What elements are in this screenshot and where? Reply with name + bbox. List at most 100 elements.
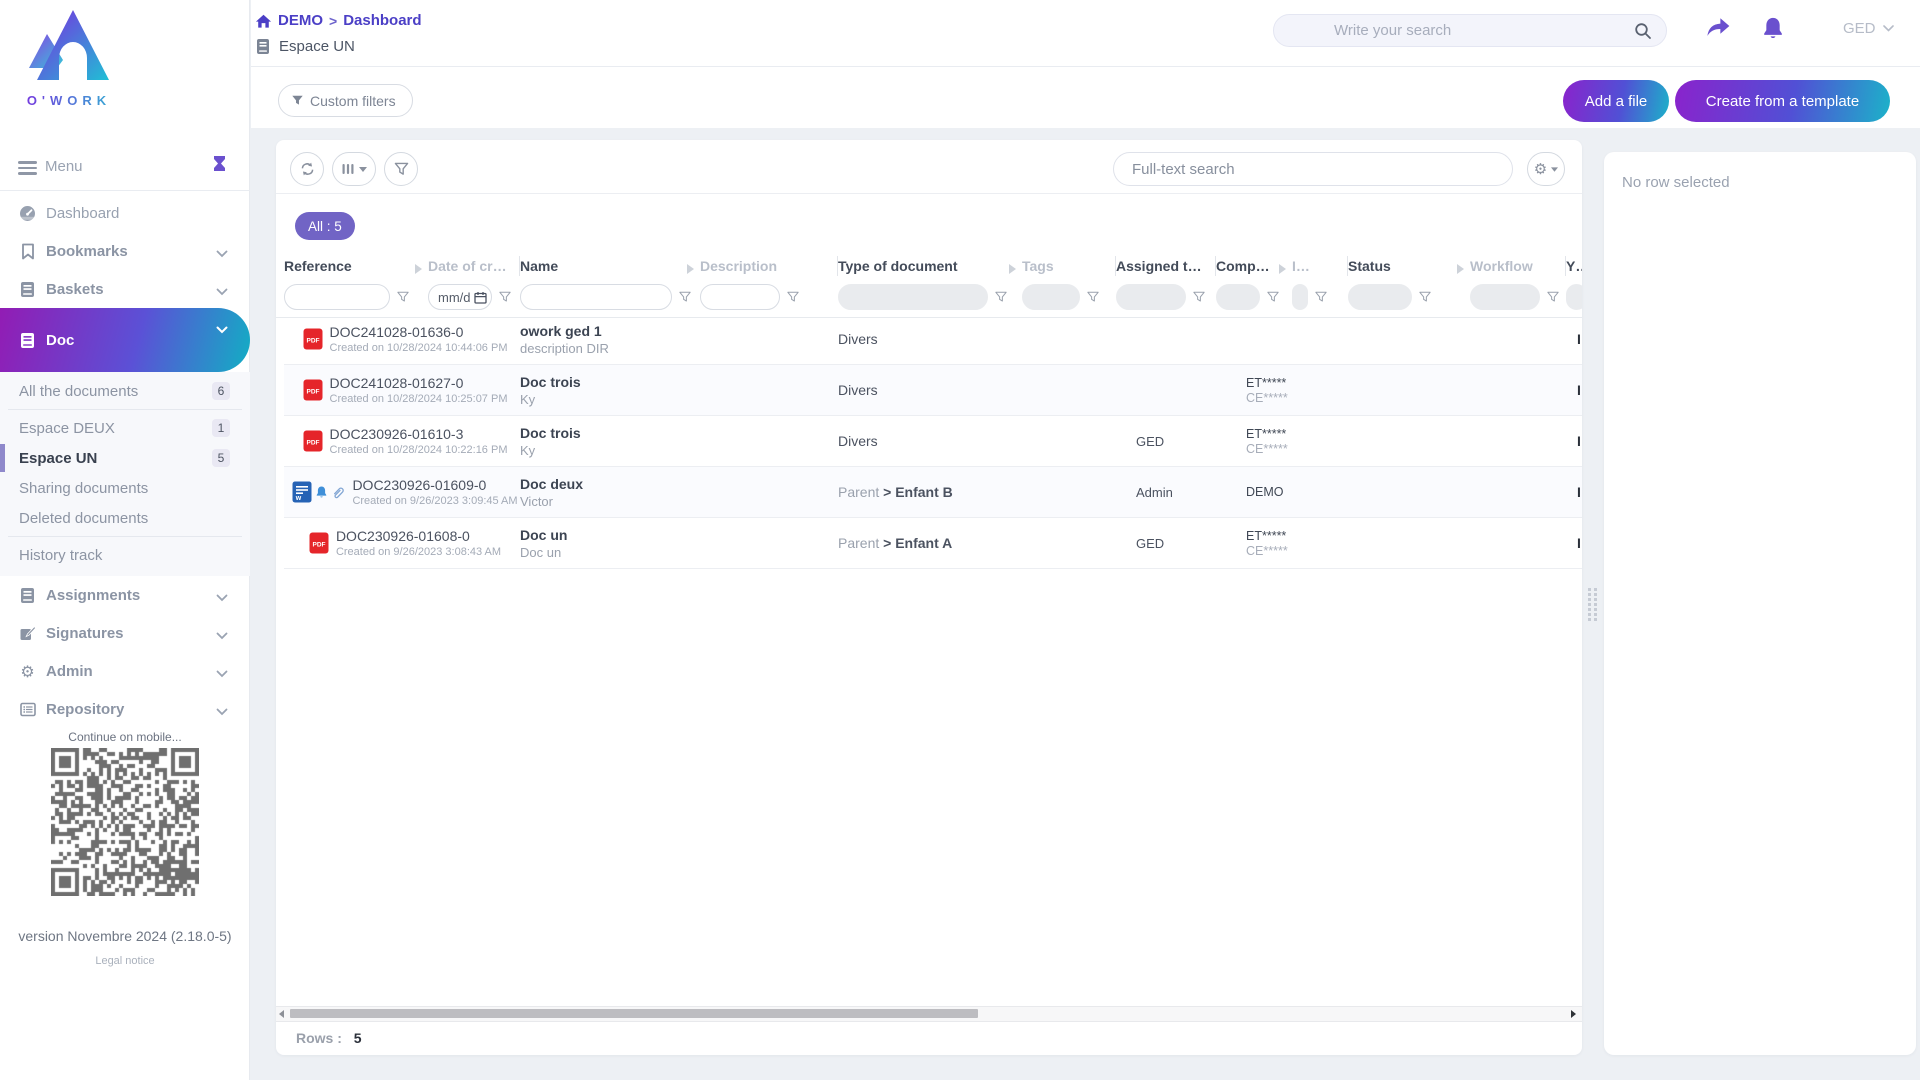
filter-input-description[interactable]	[711, 289, 769, 306]
sidebar-subitem-sharing-documents[interactable]: Sharing documents	[0, 473, 250, 503]
breadcrumb: DEMO > Dashboard	[255, 12, 422, 29]
fulltext-search-input[interactable]	[1130, 160, 1512, 179]
custom-filters-label: Custom filters	[310, 93, 396, 109]
pin-sidebar-icon[interactable]	[211, 155, 228, 182]
sidebar-subitem-deleted-documents[interactable]: Deleted documents	[0, 503, 250, 533]
reference-block: DOC241028-01627-0Created on 10/28/2024 1…	[330, 375, 508, 405]
columns-chooser-button[interactable]	[332, 152, 376, 186]
filter-funnel-icon	[394, 162, 409, 176]
document-subname: Victor	[520, 494, 700, 509]
search-icon[interactable]	[1634, 22, 1652, 40]
column-header-tags[interactable]: Tags	[1022, 256, 1116, 276]
sidebar-divider	[0, 190, 250, 191]
filter-funnel-icon[interactable]	[995, 291, 1007, 303]
breadcrumb-current[interactable]: Dashboard	[343, 12, 421, 29]
type-parent-text: Parent	[838, 484, 883, 500]
notification-bell-icon[interactable]	[1761, 16, 1785, 42]
sort-arrow-icon[interactable]	[1009, 261, 1016, 279]
document-subname: description DIR	[520, 341, 700, 356]
user-menu[interactable]: GED	[1843, 20, 1894, 37]
filter-funnel-icon[interactable]	[679, 291, 691, 303]
add-file-button[interactable]: Add a file	[1563, 80, 1669, 122]
filter-funnel-icon[interactable]	[1547, 291, 1559, 303]
filter-funnel-icon[interactable]	[499, 291, 511, 303]
column-header-i[interactable]: I…	[1292, 256, 1348, 276]
sidebar-item-signatures[interactable]: Signatures	[0, 614, 250, 652]
column-header-date-of-cr[interactable]: Date of cr…	[428, 256, 520, 276]
sidebar-subitem-espace-un[interactable]: Espace UN5	[0, 443, 250, 473]
hamburger-menu-icon[interactable]	[18, 158, 37, 178]
cell-company: ET*****CE*****	[1216, 365, 1292, 415]
sort-arrow-icon[interactable]	[1457, 261, 1464, 279]
sidebar-item-repository[interactable]: Repository	[0, 690, 250, 728]
panel-resize-handle[interactable]	[1588, 588, 1598, 621]
horizontal-scrollbar[interactable]	[276, 1006, 1582, 1022]
column-header-assigned-t[interactable]: Assigned t…	[1116, 256, 1216, 276]
sidebar-item-dashboard[interactable]: Dashboard	[0, 194, 250, 232]
table-row[interactable]: PDFDOC230926-01610-3Created on 10/28/202…	[284, 416, 1582, 467]
column-header-type-of-document[interactable]: Type of document	[838, 256, 1022, 276]
gear-icon: ⚙	[19, 662, 36, 681]
sidebar-item-assignments[interactable]: Assignments	[0, 576, 250, 614]
share-icon[interactable]	[1705, 16, 1731, 40]
app-logo[interactable]: O'WORK	[14, 8, 124, 108]
table-row[interactable]: PDFDOC241028-01627-0Created on 10/28/202…	[284, 365, 1582, 416]
table-settings-button[interactable]: ⚙	[1527, 152, 1565, 186]
column-header-comp[interactable]: Comp…	[1216, 256, 1292, 276]
sidebar-item-bookmarks[interactable]: Bookmarks	[0, 232, 250, 270]
filter-input-name[interactable]	[531, 289, 661, 306]
filters-button[interactable]	[384, 152, 418, 186]
filter-pill-date-of-cr[interactable]: mm/d	[428, 284, 492, 310]
tab-all-documents[interactable]: All : 5	[295, 212, 355, 240]
table-row[interactable]: wDOC230926-01609-0Created on 9/26/2023 3…	[284, 467, 1582, 518]
filter-funnel-icon[interactable]	[1087, 291, 1099, 303]
column-header-workflow[interactable]: Workflow	[1470, 256, 1566, 276]
mobile-hint-text: Continue on mobile...	[0, 730, 250, 744]
type-text: Divers	[838, 433, 878, 449]
sidebar-subitem-all-the-documents[interactable]: All the documents6	[0, 376, 250, 406]
breadcrumb-separator: >	[329, 13, 337, 29]
column-header-status[interactable]: Status	[1348, 256, 1470, 276]
sort-arrow-icon[interactable]	[1279, 261, 1286, 279]
sidebar-item-admin[interactable]: ⚙Admin	[0, 652, 250, 690]
sort-arrow-icon[interactable]	[415, 261, 422, 279]
filter-funnel-icon[interactable]	[1419, 291, 1431, 303]
cell-i	[1292, 314, 1348, 364]
filter-funnel-icon[interactable]	[1193, 291, 1205, 303]
filter-cell-y	[1566, 284, 1582, 310]
create-from-template-button[interactable]: Create from a template	[1675, 80, 1890, 122]
home-icon[interactable]	[255, 13, 272, 29]
filter-funnel-icon[interactable]	[1267, 291, 1279, 303]
column-header-y[interactable]: Y…	[1566, 256, 1582, 276]
filter-funnel-icon[interactable]	[1315, 291, 1327, 303]
sort-arrow-icon[interactable]	[687, 261, 694, 279]
filter-funnel-icon[interactable]	[397, 291, 409, 303]
type-child-text: > Enfant A	[883, 535, 952, 551]
legal-notice-link[interactable]: Legal notice	[0, 955, 250, 967]
refresh-button[interactable]	[290, 152, 324, 186]
custom-filters-button[interactable]: Custom filters	[278, 84, 413, 117]
filter-cell-tags	[1022, 284, 1116, 310]
scrollbar-thumb[interactable]	[290, 1009, 978, 1018]
column-header-description[interactable]: Description	[700, 256, 838, 276]
table-row[interactable]: PDFDOC241028-01636-0Created on 10/28/202…	[284, 314, 1582, 365]
cell-tags	[1022, 416, 1116, 466]
documents-grid: ReferenceDate of cr…NameDescriptionType …	[284, 252, 1582, 569]
sidebar-subitem-espace-deux[interactable]: Espace DEUX1	[0, 413, 250, 443]
cell-name: owork ged 1description DIR	[520, 314, 700, 364]
column-header-name[interactable]: Name	[520, 256, 700, 276]
global-search-input[interactable]	[1332, 21, 1634, 40]
row-file-icons: PDF	[303, 430, 323, 452]
sidebar-item-baskets[interactable]: Baskets	[0, 270, 250, 308]
table-row[interactable]: PDFDOC230926-01608-0Created on 9/26/2023…	[284, 518, 1582, 569]
company-line-1: ET*****	[1216, 529, 1292, 543]
scroll-right-arrow-icon[interactable]	[1571, 1010, 1576, 1018]
sidebar-subitem-history-track[interactable]: History track	[0, 540, 250, 570]
filter-input-reference[interactable]	[295, 289, 379, 306]
breadcrumb-root[interactable]: DEMO	[278, 12, 323, 29]
filter-funnel-icon[interactable]	[787, 291, 799, 303]
column-header-reference[interactable]: Reference	[284, 256, 428, 276]
chevron-down-icon	[216, 665, 228, 683]
sidebar-item-doc[interactable]: Doc	[0, 308, 250, 372]
scroll-left-arrow-icon[interactable]	[279, 1010, 284, 1018]
